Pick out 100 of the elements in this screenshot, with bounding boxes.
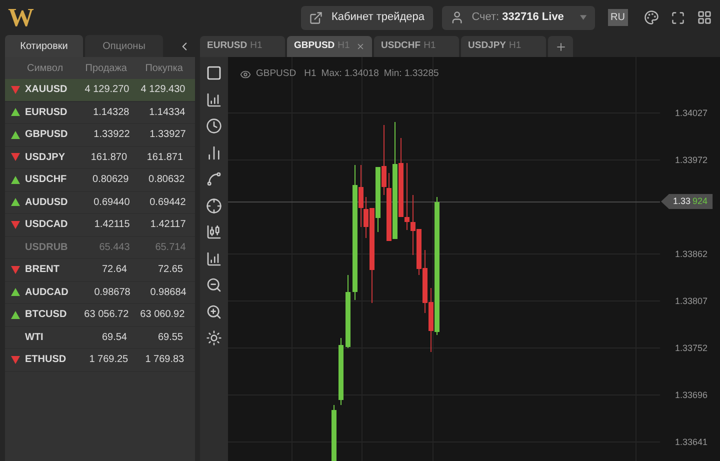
symbol-label: ETHUSD bbox=[25, 353, 66, 368]
zoom-in-icon[interactable] bbox=[206, 304, 222, 320]
quote-row[interactable]: USDJPY 161.870 161.871 bbox=[5, 146, 195, 169]
symbol-label: USDCHF bbox=[25, 173, 67, 188]
sell-price: 0.69440 bbox=[92, 196, 130, 210]
chart-symbol: GBPUSD bbox=[256, 67, 296, 81]
chart-min: Min: 1.33285 bbox=[384, 67, 439, 81]
crosshair-icon[interactable] bbox=[206, 198, 222, 214]
sell-price: 65.443 bbox=[98, 240, 130, 255]
price-axis-label: 1.34027 bbox=[675, 107, 708, 120]
price-axis-label: 1.33862 bbox=[675, 248, 708, 261]
clock-icon[interactable] bbox=[206, 118, 222, 134]
quote-row[interactable]: ETHUSD 1 769.25 1 769.83 bbox=[5, 349, 195, 372]
price-axis-label: 1.33972 bbox=[675, 154, 708, 167]
quote-row[interactable]: WTI 69.54 69.55 bbox=[5, 326, 195, 349]
chart-max: Max: 1.34018 bbox=[321, 67, 379, 81]
symbol-label: WTI bbox=[25, 330, 44, 345]
rising-candle bbox=[332, 404, 336, 461]
plus-icon bbox=[554, 40, 566, 52]
quote-row[interactable]: BRENT 72.64 72.65 bbox=[5, 259, 195, 282]
symbol-label: USDCAD bbox=[25, 218, 68, 232]
buy-price: 0.98684 bbox=[149, 286, 186, 300]
rising-candle bbox=[338, 338, 344, 406]
panel-tab[interactable]: Котировки bbox=[5, 35, 83, 57]
price-axis-label: 1.33641 bbox=[675, 436, 708, 449]
buy-price: 0.69442 bbox=[148, 196, 186, 210]
add-tab-button[interactable] bbox=[548, 36, 573, 57]
panel-icon[interactable] bbox=[206, 65, 222, 81]
buy-price: 72.65 bbox=[156, 263, 183, 278]
symbol-label: AUDCAD bbox=[25, 286, 68, 300]
symbol-label: USDRUB bbox=[25, 240, 68, 255]
price-axis-label: 1.33696 bbox=[675, 389, 708, 402]
add-indicator-icon[interactable] bbox=[206, 92, 222, 108]
buy-price: 1 769.83 bbox=[144, 353, 184, 368]
sell-price: 161.870 bbox=[90, 150, 128, 165]
buy-price: 65.714 bbox=[154, 240, 186, 255]
symbol-label: EURUSD bbox=[25, 106, 68, 120]
symbol-label: BTCUSD bbox=[25, 308, 67, 322]
column-header: Продажа bbox=[84, 62, 127, 76]
quote-row[interactable]: XAUUSD 4 129.270 4 129.430 bbox=[5, 79, 195, 102]
language-button[interactable]: RU bbox=[608, 9, 628, 26]
chart-tab[interactable]: USDCHF H1 bbox=[374, 36, 459, 57]
buy-price: 161.871 bbox=[146, 150, 184, 165]
settings-icon[interactable] bbox=[206, 330, 222, 346]
sell-price: 1.42115 bbox=[93, 218, 130, 232]
sell-price: 1.33922 bbox=[92, 128, 130, 142]
sell-price: 63 056.72 bbox=[83, 308, 129, 322]
current-price-label: 1.33 924 bbox=[661, 194, 713, 209]
symbol-label: AUDUSD bbox=[25, 196, 68, 210]
buy-price: 1.42117 bbox=[149, 218, 186, 232]
column-header: Символ bbox=[26, 62, 64, 76]
column-header: Покупка bbox=[144, 62, 183, 76]
bar-chart-icon[interactable] bbox=[206, 144, 222, 160]
dropdown-caret-icon bbox=[580, 15, 587, 20]
trader-cabinet-button[interactable]: Кабинет трейдера bbox=[301, 6, 433, 30]
sell-price: 4 129.270 bbox=[84, 83, 130, 98]
buy-price: 69.55 bbox=[156, 330, 183, 345]
rising-candle bbox=[376, 166, 380, 232]
sell-price: 0.80629 bbox=[92, 173, 129, 188]
quote-row[interactable]: USDCAD 1.42115 1.42117 bbox=[5, 214, 195, 236]
account-selector[interactable]: Счет: 332716 Live bbox=[442, 6, 595, 30]
quote-row[interactable]: AUDUSD 0.69440 0.69442 bbox=[5, 192, 195, 214]
quote-row[interactable]: EURUSD 1.14328 1.14334 bbox=[5, 102, 195, 124]
symbol-label: USDJPY bbox=[25, 150, 66, 165]
candlestick-icon[interactable] bbox=[206, 224, 222, 240]
symbol-label: GBPUSD bbox=[25, 128, 68, 142]
chart-timeframe: H1 bbox=[304, 67, 316, 81]
sell-price: 1.14328 bbox=[92, 106, 130, 120]
buy-price: 0.80632 bbox=[148, 173, 185, 188]
quote-row[interactable]: AUDCAD 0.98678 0.98684 bbox=[5, 282, 195, 304]
account-label: Счет: 332716 Live bbox=[472, 10, 564, 26]
buy-price: 4 129.430 bbox=[140, 83, 186, 98]
palette-icon[interactable] bbox=[644, 10, 659, 25]
add-indicator-icon[interactable] bbox=[206, 250, 222, 266]
zoom-out-icon[interactable] bbox=[206, 277, 222, 293]
chart-tab[interactable]: USDJPY H1 bbox=[461, 36, 546, 57]
quote-row[interactable]: BTCUSD 63 056.72 63 060.92 bbox=[5, 304, 195, 326]
chart-tab[interactable]: EURUSD H1 bbox=[200, 36, 285, 57]
price-axis-label: 1.33752 bbox=[675, 342, 708, 355]
symbol-label: XAUUSD bbox=[25, 83, 68, 98]
fullscreen-icon[interactable] bbox=[671, 10, 685, 24]
user-icon bbox=[450, 10, 464, 25]
sell-price: 72.64 bbox=[100, 263, 127, 278]
sell-price: 1 769.25 bbox=[88, 353, 128, 368]
layout-grid-icon[interactable] bbox=[697, 10, 712, 25]
quote-row[interactable]: GBPUSD 1.33922 1.33927 bbox=[5, 124, 195, 146]
eye-icon[interactable] bbox=[240, 68, 251, 80]
close-icon[interactable] bbox=[356, 42, 365, 51]
symbol-label: BRENT bbox=[25, 263, 60, 278]
sell-price: 0.98678 bbox=[93, 286, 130, 300]
panel-tab[interactable]: Опционы bbox=[85, 35, 163, 57]
buy-price: 1.33927 bbox=[148, 128, 186, 142]
price-axis-label: 1.33807 bbox=[675, 295, 708, 308]
buy-price: 1.14334 bbox=[148, 106, 186, 120]
export-icon bbox=[309, 10, 324, 24]
quote-row[interactable]: USDCHF 0.80629 0.80632 bbox=[5, 169, 195, 192]
sell-price: 69.54 bbox=[100, 330, 127, 345]
line-tool-icon[interactable] bbox=[206, 171, 222, 187]
buy-price: 63 060.92 bbox=[139, 308, 185, 322]
logo[interactable]: W bbox=[8, 4, 34, 30]
